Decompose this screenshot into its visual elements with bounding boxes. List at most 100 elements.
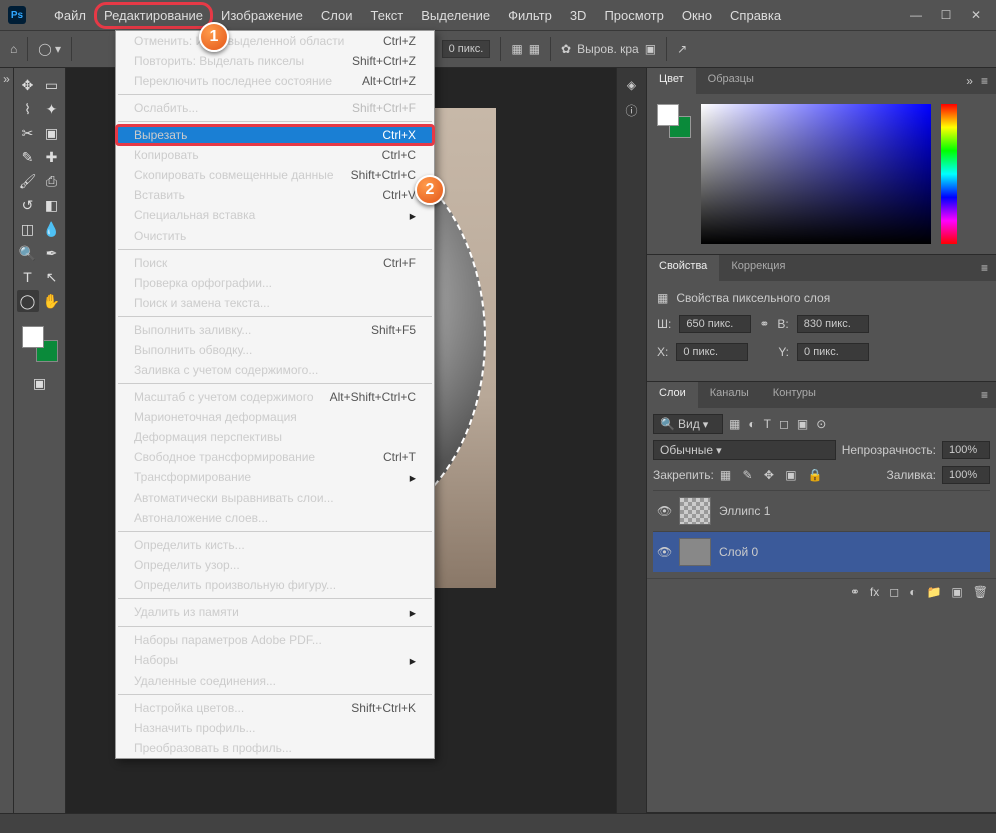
fill-field[interactable]: 100% <box>942 466 990 484</box>
menu-item[interactable]: Поиск и замена текста... <box>116 293 434 313</box>
filter-shape-icon[interactable]: ◻ <box>779 417 789 431</box>
stamp-tool-icon[interactable]: ⎙ <box>41 170 63 192</box>
layer-row[interactable]: 👁 Слой 0 <box>653 531 990 572</box>
menu-item[interactable]: Наборы <box>116 650 434 671</box>
tab-swatches[interactable]: Образцы <box>696 68 766 94</box>
menu-help[interactable]: Справка <box>722 4 789 27</box>
layer-filter[interactable]: 🔍 Вид ▾ <box>653 414 723 434</box>
menu-item[interactable]: ПоискCtrl+F <box>116 253 434 273</box>
wand-tool-icon[interactable]: ✦ <box>41 98 63 120</box>
tab-channels[interactable]: Каналы <box>698 382 761 408</box>
share-icon[interactable]: ↗ <box>677 42 687 56</box>
hue-slider[interactable] <box>941 104 957 244</box>
trash-icon[interactable]: 🗑 <box>973 585 988 599</box>
tool-preset-icon[interactable]: ◯ ▾ <box>38 42 61 56</box>
tab-paths[interactable]: Контуры <box>761 382 828 408</box>
fg-color-swatch[interactable] <box>22 326 44 348</box>
blend-mode-select[interactable]: Обычные ▾ <box>653 440 836 460</box>
panel-menu-icon[interactable]: ≡ <box>981 74 988 88</box>
adjustment-icon[interactable]: ◐ <box>909 585 916 599</box>
visibility-icon[interactable]: 👁 <box>657 545 671 559</box>
crop-tool-icon[interactable]: ✂ <box>17 122 39 144</box>
eraser-tool-icon[interactable]: ◧ <box>41 194 63 216</box>
link-layers-icon[interactable]: ⚭ <box>850 585 860 599</box>
menu-item[interactable]: Выполнить обводку... <box>116 340 434 360</box>
tab-properties[interactable]: Свойства <box>647 255 719 281</box>
menu-item[interactable]: Специальная вставка <box>116 205 434 226</box>
layer-row[interactable]: 👁 Эллипс 1 <box>653 490 990 531</box>
pen-tool-icon[interactable]: ✒ <box>41 242 63 264</box>
menu-item[interactable]: Масштаб с учетом содержимогоAlt+Shift+Ct… <box>116 387 434 407</box>
new-layer-icon[interactable]: ▣ <box>951 585 962 599</box>
lasso-tool-icon[interactable]: ⌇ <box>17 98 39 120</box>
mask-icon[interactable]: ◻ <box>889 585 899 599</box>
left-collapse-strip[interactable]: » <box>0 68 14 813</box>
blur-tool-icon[interactable]: 💧 <box>41 218 63 240</box>
filter-pixel-icon[interactable]: ▦ <box>729 417 740 431</box>
info-panel-icon[interactable]: ⓘ <box>625 102 637 119</box>
group-icon[interactable]: 📁 <box>926 585 941 599</box>
panel-menu-icon[interactable]: ≡ <box>981 388 988 402</box>
opacity-field[interactable]: 100% <box>942 441 990 459</box>
menu-item[interactable]: Настройка цветов...Shift+Ctrl+K <box>116 698 434 718</box>
align-label[interactable]: Выров. кра <box>577 42 639 56</box>
heal-tool-icon[interactable]: ✚ <box>41 146 63 168</box>
history-brush-icon[interactable]: ↺ <box>17 194 39 216</box>
dodge-tool-icon[interactable]: 🔍 <box>17 242 39 264</box>
filter-adjust-icon[interactable]: ◐ <box>748 417 755 431</box>
tab-color[interactable]: Цвет <box>647 68 696 94</box>
mode-icon-2[interactable]: ▦ <box>529 42 540 56</box>
menu-item[interactable]: ВырезатьCtrl+X <box>116 125 434 145</box>
hand-tool-icon[interactable]: ✋ <box>41 290 63 312</box>
menu-3d[interactable]: 3D <box>562 4 595 27</box>
menu-item[interactable]: Назначить профиль... <box>116 718 434 738</box>
height-field[interactable]: 830 пикс. <box>797 315 869 333</box>
menu-item[interactable]: Определить узор... <box>116 555 434 575</box>
menu-item[interactable]: Трансформирование <box>116 467 434 488</box>
menu-image[interactable]: Изображение <box>213 4 311 27</box>
color-swatch-pair[interactable] <box>657 104 691 138</box>
tab-adjustments[interactable]: Коррекция <box>719 255 797 281</box>
ellipse-tool-icon[interactable]: ◯ <box>17 290 39 312</box>
menu-layer[interactable]: Слои <box>313 4 361 27</box>
width-field[interactable]: 650 пикс. <box>679 315 751 333</box>
menu-item[interactable]: Удаленные соединения... <box>116 671 434 691</box>
fx-icon[interactable]: fx <box>870 585 879 599</box>
menu-item[interactable]: Определить кисть... <box>116 535 434 555</box>
quickmask-icon[interactable]: ▣ <box>29 372 51 394</box>
menu-item[interactable]: Марионеточная деформация <box>116 407 434 427</box>
menu-item[interactable]: Удалить из памяти <box>116 602 434 623</box>
marquee-tool-icon[interactable]: ▭ <box>41 74 63 96</box>
brush-tool-icon[interactable]: 🖌 <box>17 170 39 192</box>
frame-tool-icon[interactable]: ▣ <box>41 122 63 144</box>
link-icon[interactable]: ⚭ <box>759 317 769 331</box>
move-tool-icon[interactable]: ✥ <box>17 74 39 96</box>
menu-item[interactable]: Скопировать совмещенные данныеShift+Ctrl… <box>116 165 434 185</box>
maximize-icon[interactable]: ☐ <box>940 9 952 21</box>
menu-item[interactable]: Преобразовать в профиль... <box>116 738 434 758</box>
y-field[interactable]: 0 пикс. <box>797 343 869 361</box>
color-swatches[interactable] <box>22 326 58 362</box>
type-tool-icon[interactable]: T <box>17 266 39 288</box>
tab-layers[interactable]: Слои <box>647 382 698 408</box>
gradient-tool-icon[interactable]: ◫ <box>17 218 39 240</box>
color-field[interactable] <box>701 104 931 244</box>
menu-item[interactable]: КопироватьCtrl+C <box>116 145 434 165</box>
x-field[interactable]: 0 пикс. <box>676 343 748 361</box>
panel-collapse-icon[interactable]: » <box>966 74 973 88</box>
menu-item[interactable]: Свободное трансформированиеCtrl+T <box>116 447 434 467</box>
close-icon[interactable]: ✕ <box>970 9 982 21</box>
filter-toggle-icon[interactable]: ⊙ <box>816 417 826 431</box>
history-panel-icon[interactable]: ◈ <box>627 78 636 92</box>
mode-icon[interactable]: ▦ <box>511 42 522 56</box>
eyedropper-tool-icon[interactable]: ✎ <box>17 146 39 168</box>
menu-item[interactable]: Заливка с учетом содержимого... <box>116 360 434 380</box>
menu-item[interactable]: Деформация перспективы <box>116 427 434 447</box>
path-tool-icon[interactable]: ↖ <box>41 266 63 288</box>
menu-filter[interactable]: Фильтр <box>500 4 560 27</box>
filter-smart-icon[interactable]: ▣ <box>797 417 808 431</box>
menu-select[interactable]: Выделение <box>413 4 498 27</box>
menu-view[interactable]: Просмотр <box>596 4 671 27</box>
menu-file[interactable]: Файл <box>46 4 94 27</box>
menu-item[interactable]: Проверка орфографии... <box>116 273 434 293</box>
